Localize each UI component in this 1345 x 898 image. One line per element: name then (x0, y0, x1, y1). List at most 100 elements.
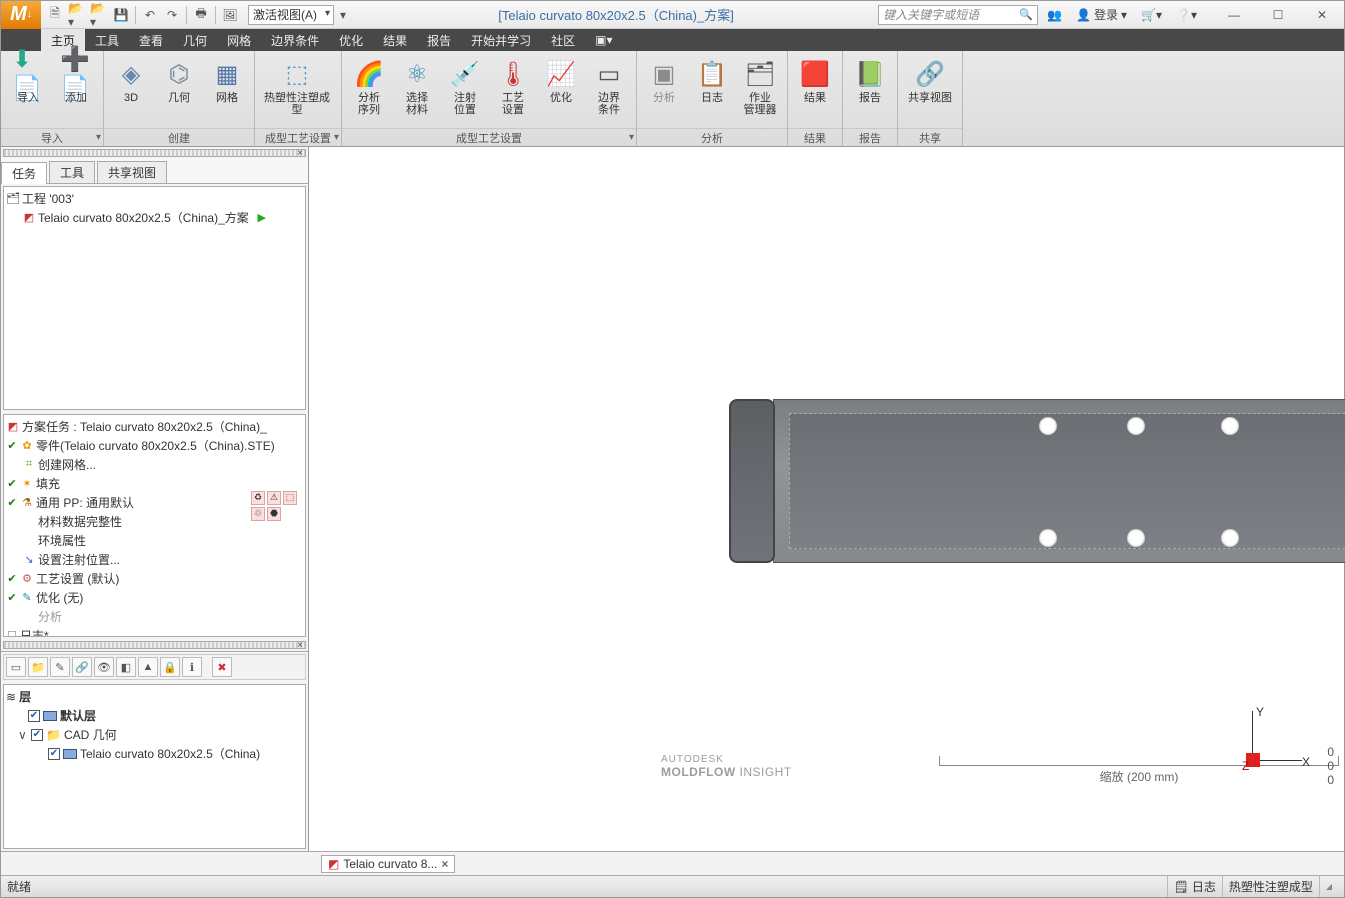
tab-community[interactable]: 社区 (541, 29, 585, 51)
layer-new-icon[interactable]: ▭ (6, 657, 26, 677)
tab-results[interactable]: 结果 (373, 29, 417, 51)
status-resize-grip-icon[interactable]: ◢ (1319, 876, 1338, 897)
layer-cad-geo[interactable]: ∨✔📁CAD 几何 (6, 725, 303, 744)
community-icon[interactable]: 👥 (1042, 5, 1067, 25)
new-icon[interactable]: 🗎 (45, 5, 65, 25)
status-log-button[interactable]: 🗒日志 (1167, 876, 1222, 897)
scheme-log[interactable]: ☐日志* (6, 626, 303, 638)
job-manager-button[interactable]: 🗂作业 管理器 (739, 55, 781, 119)
analyze-button[interactable]: ▣分析 (643, 55, 685, 107)
maximize-button[interactable]: ☐ (1256, 1, 1300, 29)
layer-eye-icon[interactable]: 👁 (94, 657, 114, 677)
scheme-analysis[interactable]: 分析 (6, 607, 303, 626)
tab-geometry[interactable]: 几何 (173, 29, 217, 51)
layer-up-icon[interactable]: ▲ (138, 657, 158, 677)
checkbox-icon[interactable]: ✔ (31, 729, 43, 741)
undo-icon[interactable]: ↶ (140, 5, 160, 25)
report-button[interactable]: 📗报告 (849, 55, 891, 107)
result-button[interactable]: 🟥结果 (794, 55, 836, 107)
tab-view[interactable]: 查看 (129, 29, 173, 51)
cart-icon[interactable]: 🛒▾ (1136, 5, 1167, 25)
layer-lock-icon[interactable]: 🔒 (160, 657, 180, 677)
redo-icon[interactable]: ↷ (162, 5, 182, 25)
layer-color-icon[interactable]: ◧ (116, 657, 136, 677)
inject-location-button[interactable]: 💉注射 位置 (444, 55, 486, 119)
layer-info-icon[interactable]: ℹ (182, 657, 202, 677)
panel-close2-icon[interactable]: × (297, 640, 303, 651)
panel-grip-2[interactable]: × (3, 641, 306, 649)
tab-boundary[interactable]: 边界条件 (261, 29, 329, 51)
image-icon[interactable]: 🖼 (220, 5, 240, 25)
open-icon[interactable]: 📂▾ (67, 5, 87, 25)
tab-mesh[interactable]: 网格 (217, 29, 261, 51)
fill-icon: ✶ (20, 476, 34, 490)
axis-triad: Y X Z (1246, 711, 1302, 767)
import-button[interactable]: ⬇📄导入 (7, 55, 49, 107)
panel-grip[interactable]: × (3, 149, 306, 157)
tab-optimize[interactable]: 优化 (329, 29, 373, 51)
document-tab[interactable]: ◩ Telaio curvato 8... × (321, 855, 455, 873)
process-settings-button[interactable]: 🌡工艺 设置 (492, 55, 534, 119)
3d-button[interactable]: ◈3D (110, 55, 152, 107)
layer-link-icon[interactable]: 🔗 (72, 657, 92, 677)
tab-tools-left[interactable]: 工具 (49, 161, 95, 183)
mesh-button[interactable]: ▦网格 (206, 55, 248, 107)
syringe-icon: 💉 (449, 58, 481, 90)
qat-more-icon[interactable]: ▾ (336, 5, 350, 25)
scheme-optimize[interactable]: ✔✎优化 (无) (6, 588, 303, 607)
layers-root[interactable]: ≋层 (6, 687, 303, 706)
app-logo[interactable]: M↓ (1, 1, 41, 29)
tab-addins-icon[interactable]: ▣▾ (585, 29, 622, 51)
activate-view-combo[interactable]: 激活视图(A) (248, 5, 334, 25)
tab-report[interactable]: 报告 (417, 29, 461, 51)
close-button[interactable]: ✕ (1300, 1, 1344, 29)
geometry-button[interactable]: ⌬几何 (158, 55, 200, 107)
tab-tasks[interactable]: 任务 (1, 162, 47, 184)
project-tree[interactable]: 🗂工程 '003' ◩Telaio curvato 80x20x2.5（Chin… (3, 186, 306, 410)
share-view-button[interactable]: 🔗共享视图 (904, 55, 956, 107)
scheme-env-attr[interactable]: 环境属性 (6, 531, 303, 550)
left-tabs: 任务 工具 共享视图 (1, 159, 308, 184)
status-mode[interactable]: 热塑性注塑成型 (1222, 876, 1319, 897)
group-molding-label: 成型工艺设置 (265, 130, 331, 146)
project-root[interactable]: 🗂工程 '003' (6, 189, 303, 208)
checkbox-icon[interactable]: ✔ (48, 748, 60, 760)
tab-shareview-left[interactable]: 共享视图 (97, 161, 167, 183)
scheme-tree[interactable]: ◩方案任务 : Telaio curvato 80x20x2.5（China)_… (3, 414, 306, 638)
print-icon[interactable]: 🖶 (191, 5, 211, 25)
3d-canvas[interactable]: AUTODESK MOLDFLOW INSIGHT 缩放 (200 mm) Y … (309, 147, 1344, 851)
help-icon[interactable]: ❔▾ (1171, 5, 1202, 25)
thermoplastic-button[interactable]: ⬚热塑性注塑成型 (261, 55, 333, 119)
optimize-button[interactable]: 📈优化 (540, 55, 582, 107)
layers-tree[interactable]: ≋层 ✔默认层 ∨✔📁CAD 几何 ✔Telaio curvato 80x20x… (3, 684, 306, 849)
layer-default[interactable]: ✔默认层 (6, 706, 303, 725)
save-icon[interactable]: 💾 (111, 5, 131, 25)
panel-close-icon[interactable]: × (297, 148, 303, 159)
scheme-set-inject[interactable]: ↘设置注射位置... (6, 550, 303, 569)
group-report-label: 报告 (859, 130, 881, 146)
boundary-button[interactable]: ▭边界 条件 (588, 55, 630, 119)
group-analysis-label: 分析 (701, 130, 723, 146)
share-icon: 🔗 (914, 58, 946, 90)
layer-delete-icon[interactable]: ✖ (212, 657, 232, 677)
select-material-button[interactable]: ⚛选择 材料 (396, 55, 438, 119)
scheme-part[interactable]: ✔✿零件(Telaio curvato 80x20x2.5（China).STE… (6, 436, 303, 455)
analysis-seq-button[interactable]: 🌈分析 序列 (348, 55, 390, 119)
doc-tab-close-icon[interactable]: × (441, 857, 448, 871)
checkbox-icon[interactable]: ✔ (28, 710, 40, 722)
layer-cad-child[interactable]: ✔Telaio curvato 80x20x2.5（China) (6, 744, 303, 763)
add-button[interactable]: ➕📄添加 (55, 55, 97, 107)
open2-icon[interactable]: 📂▾ (89, 5, 109, 25)
layer-pencil-icon[interactable]: ✎ (50, 657, 70, 677)
layer-folder-icon[interactable]: 📁 (28, 657, 48, 677)
login-button[interactable]: 👤 登录 ▾ (1071, 5, 1132, 25)
project-child[interactable]: ◩Telaio curvato 80x20x2.5（China)_方案▶ (6, 208, 303, 227)
minimize-button[interactable]: — (1212, 1, 1256, 29)
scheme-process[interactable]: ✔⚙工艺设置 (默认) (6, 569, 303, 588)
tab-getstarted[interactable]: 开始并学习 (461, 29, 541, 51)
scheme-create-mesh[interactable]: ⌗创建网格... (6, 455, 303, 474)
search-input[interactable]: 键入关键字或短语 (878, 5, 1038, 25)
log-button[interactable]: 📋日志 (691, 55, 733, 107)
scheme-title[interactable]: ◩方案任务 : Telaio curvato 80x20x2.5（China)_ (6, 417, 303, 436)
branding: AUTODESK MOLDFLOW INSIGHT (661, 754, 792, 779)
